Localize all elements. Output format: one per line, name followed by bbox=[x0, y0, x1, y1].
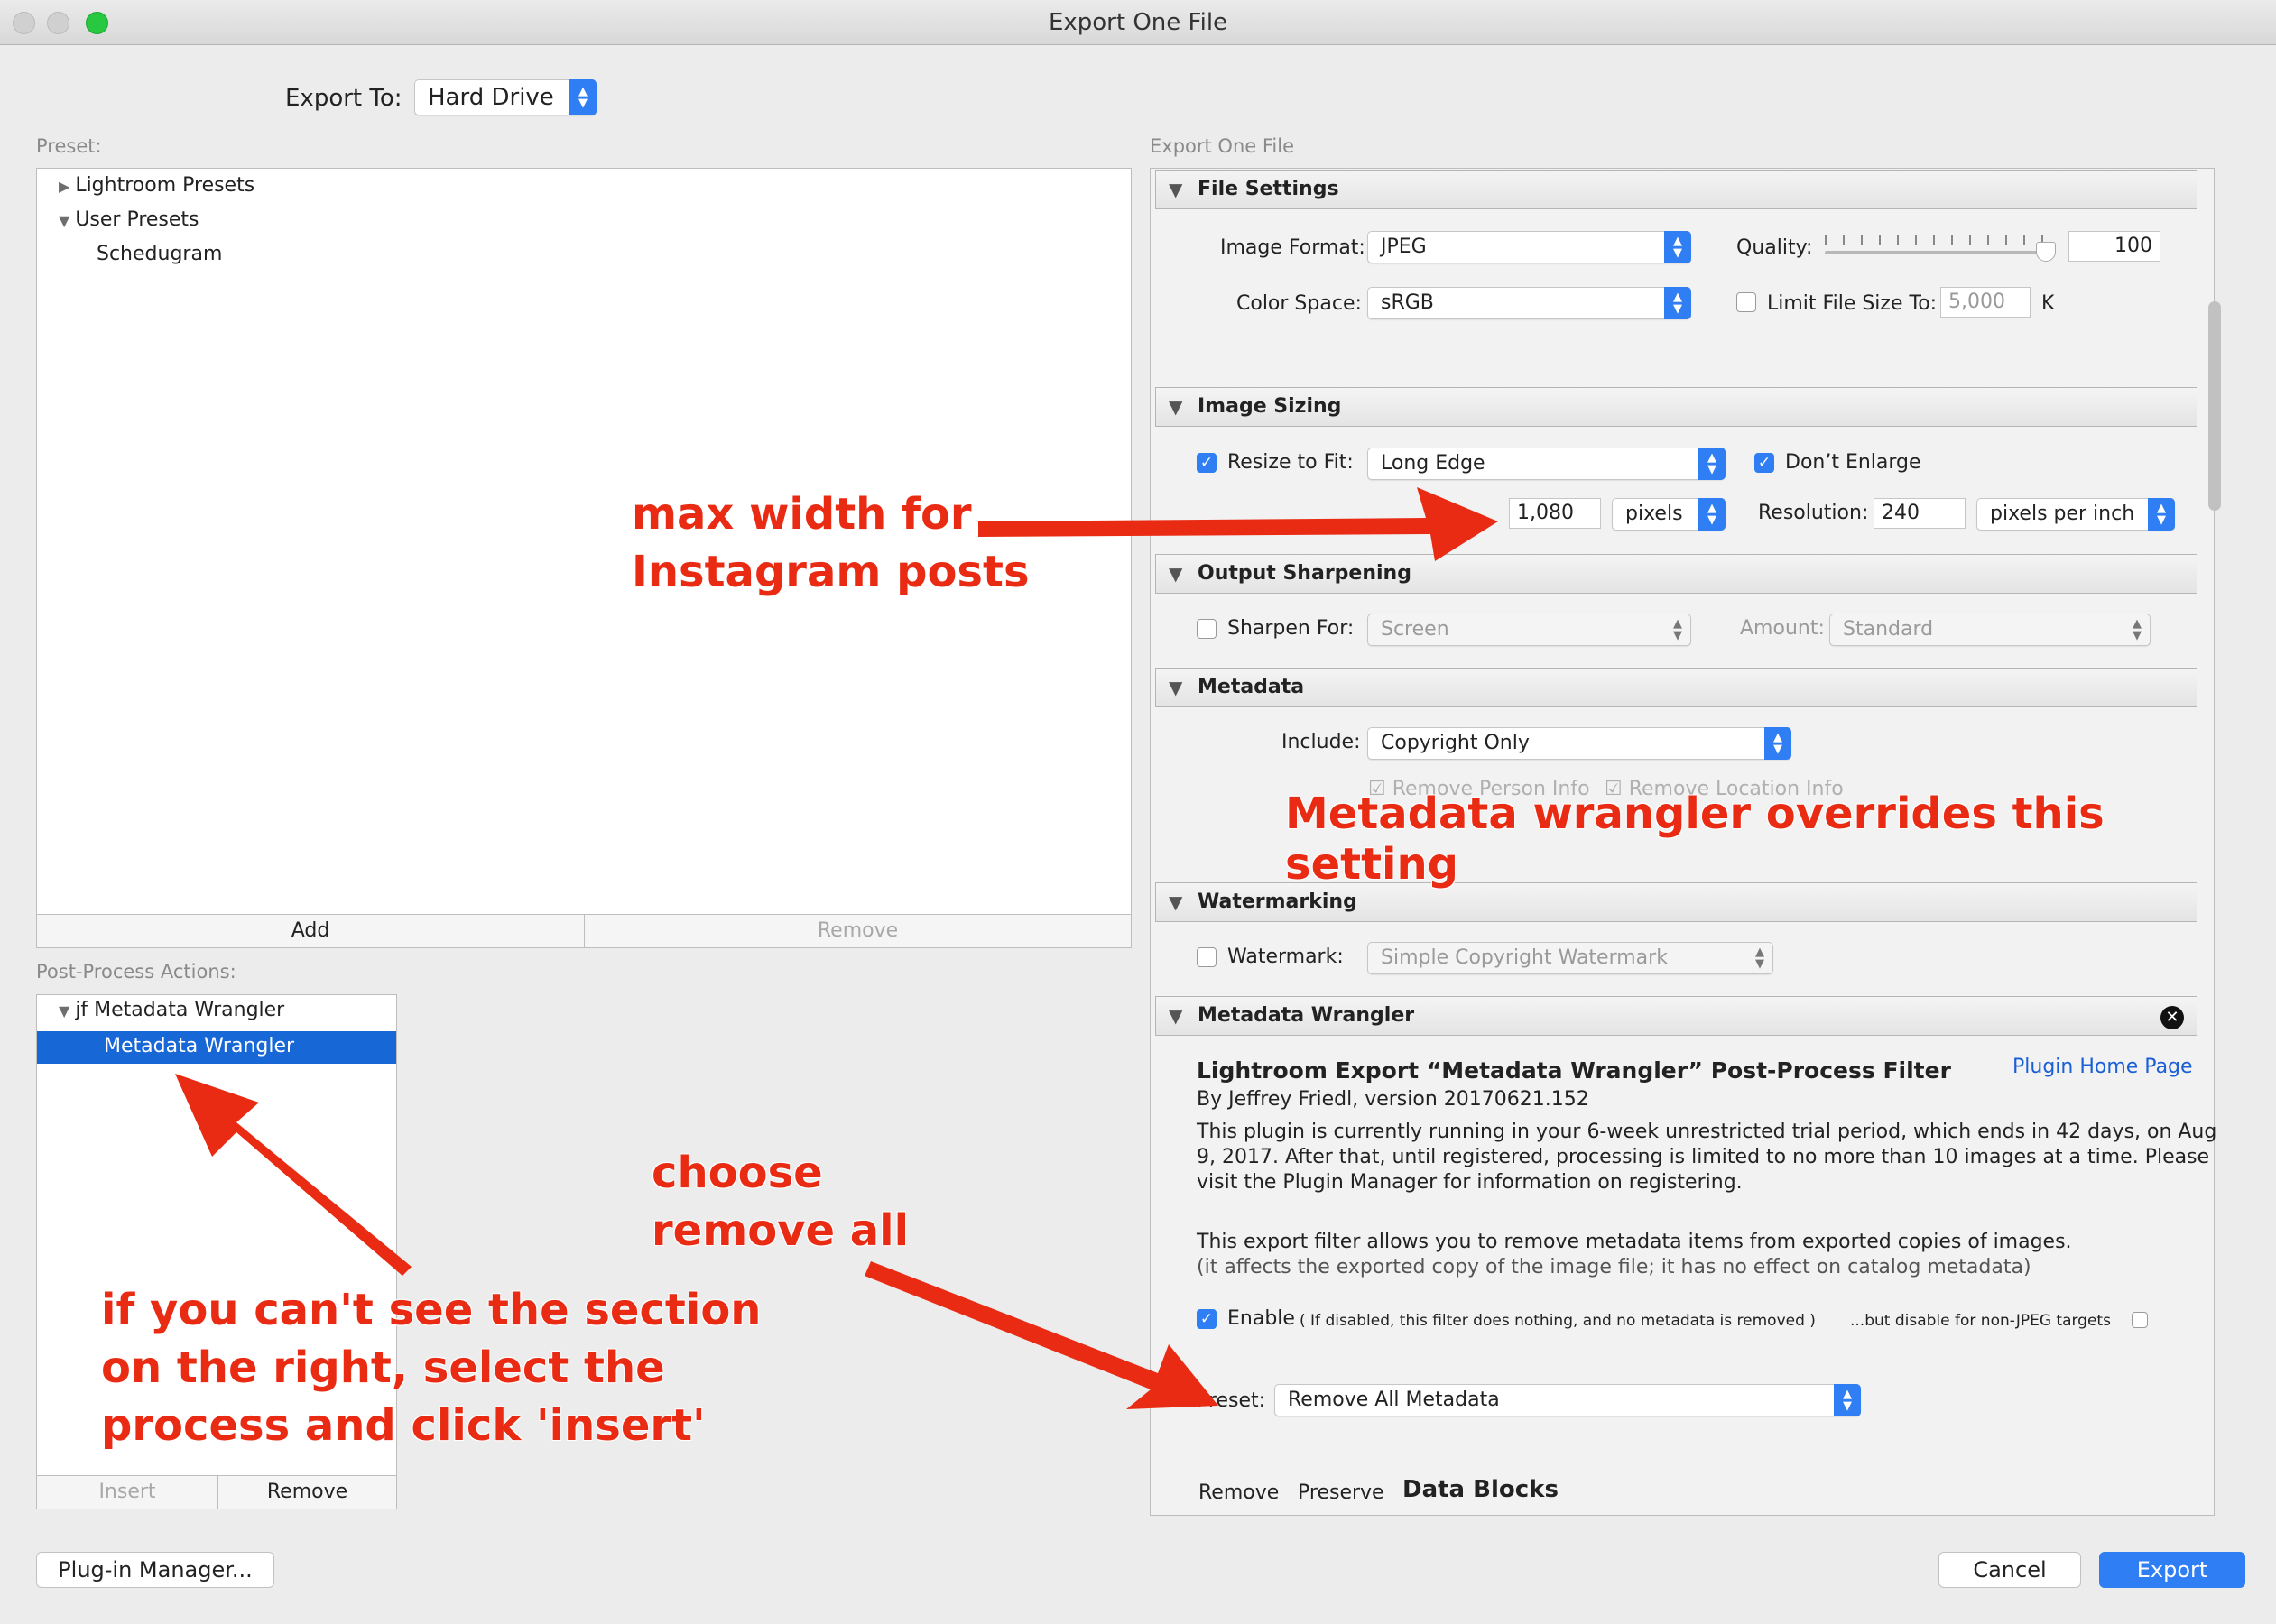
annotation-max-width: max width for Instagram posts bbox=[632, 489, 1030, 597]
arrow-to-preset bbox=[865, 1261, 1218, 1409]
annotation-insert-hint: if you can't see the section on the right… bbox=[101, 1285, 762, 1451]
arrow-to-post-process bbox=[175, 1074, 412, 1276]
annotation-overrides: Metadata wrangler overrides this setting bbox=[1285, 789, 2105, 890]
arrow-to-size-field bbox=[978, 487, 1498, 561]
annotation-choose-remove-all: choose remove all bbox=[652, 1148, 910, 1256]
